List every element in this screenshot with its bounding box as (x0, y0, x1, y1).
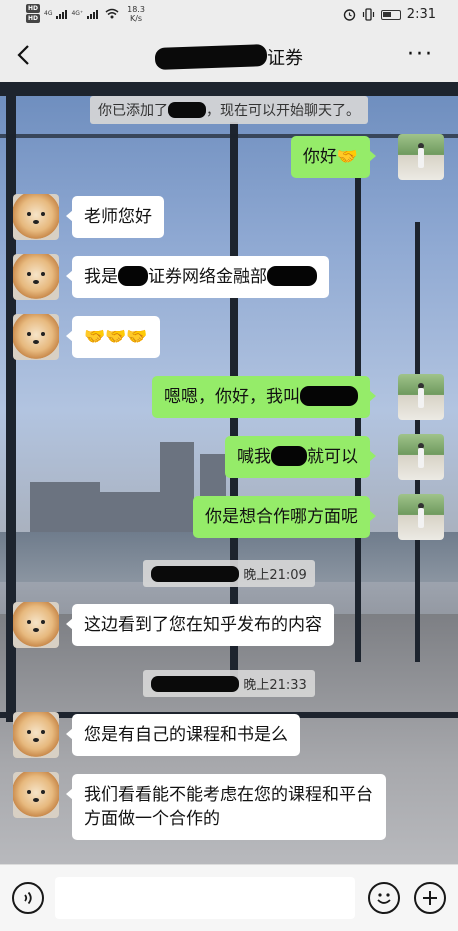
wifi-icon (105, 8, 119, 19)
plus-icon[interactable] (414, 882, 446, 914)
message-bubble[interactable]: 我是 证券网络金融部 (66, 256, 329, 298)
message-text: 嗯嗯，你好，我叫 (164, 387, 300, 407)
message-bubble[interactable]: 您是有自己的课程和书是么 (66, 714, 300, 756)
bg-building (160, 442, 194, 542)
battery-icon (380, 9, 401, 20)
sys-added-post: ，现在可以开始聊天了。 (206, 103, 360, 119)
my-avatar[interactable] (398, 494, 444, 540)
redacted-date (151, 566, 240, 582)
message-bubble[interactable]: 你好🤝 (290, 136, 377, 178)
vibrate-icon (362, 8, 374, 21)
contact-avatar[interactable] (13, 712, 59, 758)
message-bubble[interactable]: 嗯嗯，你好，我叫 (152, 376, 376, 418)
my-avatar[interactable] (398, 434, 444, 480)
contact-avatar[interactable] (13, 254, 59, 300)
status-right: 2:31 (343, 7, 436, 22)
clock: 2:31 (406, 7, 436, 22)
my-avatar[interactable] (398, 134, 444, 180)
net-speed-value: 18.3 (127, 4, 145, 14)
plus-glyph (423, 891, 437, 905)
network-type-1: 4G (44, 10, 53, 17)
redacted-text (271, 446, 307, 466)
emoji-glyph (377, 893, 391, 904)
network-type-2: 4G⁺ (71, 10, 84, 17)
redacted-name (168, 102, 206, 118)
more-dots-icon[interactable]: ··· (407, 42, 434, 67)
message-bubble[interactable]: 喊我 就可以 (225, 436, 376, 478)
message-bubble[interactable]: 这边看到了您在知乎发布的内容 (66, 604, 334, 646)
system-message: 你已添加了 ，现在可以开始聊天了。 (0, 96, 458, 124)
sys-added-pre: 你已添加了 (98, 103, 168, 119)
message-text: 证券网络金融部 (148, 267, 267, 287)
chat-area[interactable]: 你已添加了 ，现在可以开始聊天了。 你好🤝 老师您好 我是 证券网络金融部 🤝🤝🤝 … (0, 82, 458, 864)
timestamp: 晚上21:33 (0, 670, 458, 697)
hd-badge-1: HD (26, 4, 41, 13)
message-input[interactable] (55, 877, 355, 919)
redacted-text (300, 386, 358, 406)
redacted-text (118, 266, 148, 286)
status-left: HD HD 4G 4G⁺ 18.3 K/s (26, 4, 145, 23)
contact-avatar[interactable] (13, 602, 59, 648)
chat-title-suffix: 证券 (267, 48, 303, 69)
redacted-date (151, 676, 240, 692)
alarm-icon (343, 9, 355, 21)
voice-icon[interactable] (12, 882, 44, 914)
message-bubble[interactable]: 你是想合作哪方面呢 (193, 496, 376, 538)
redacted-name (154, 44, 268, 70)
status-bar: HD HD 4G 4G⁺ 18.3 K/s 2:31 (0, 0, 458, 30)
hd-indicators: HD HD (26, 4, 41, 23)
hd-badge-2: HD (26, 14, 41, 23)
contact-avatar[interactable] (13, 314, 59, 360)
message-bubble[interactable]: 老师您好 (66, 196, 164, 238)
bg-window-frame (0, 82, 458, 96)
nav-bar: 证券 ··· (0, 30, 458, 82)
signal-bars-icon (56, 9, 68, 19)
message-text: 就可以 (307, 447, 358, 467)
my-avatar[interactable] (398, 374, 444, 420)
signal-bars-icon (87, 9, 99, 19)
contact-avatar[interactable] (13, 772, 59, 818)
contact-avatar[interactable] (13, 194, 59, 240)
input-bar (0, 864, 458, 931)
voice-glyph (24, 891, 32, 905)
timestamp-text: 晚上21:33 (243, 678, 307, 693)
timestamp: 晚上21:09 (0, 560, 458, 587)
net-speed-unit: K/s (129, 13, 143, 23)
message-bubble[interactable]: 我们看看能不能考虑在您的课程和平台方面做一个合作的 (66, 774, 386, 840)
message-text: 我是 (84, 267, 118, 287)
bg-window-frame (0, 134, 458, 138)
net-speed: 18.3 K/s (127, 5, 145, 23)
message-text: 喊我 (237, 447, 271, 467)
timestamp-text: 晚上21:09 (243, 568, 307, 583)
redacted-text (267, 266, 317, 286)
emoji-icon[interactable] (368, 882, 400, 914)
chat-title: 证券 (0, 44, 458, 70)
message-bubble[interactable]: 🤝🤝🤝 (66, 316, 160, 358)
